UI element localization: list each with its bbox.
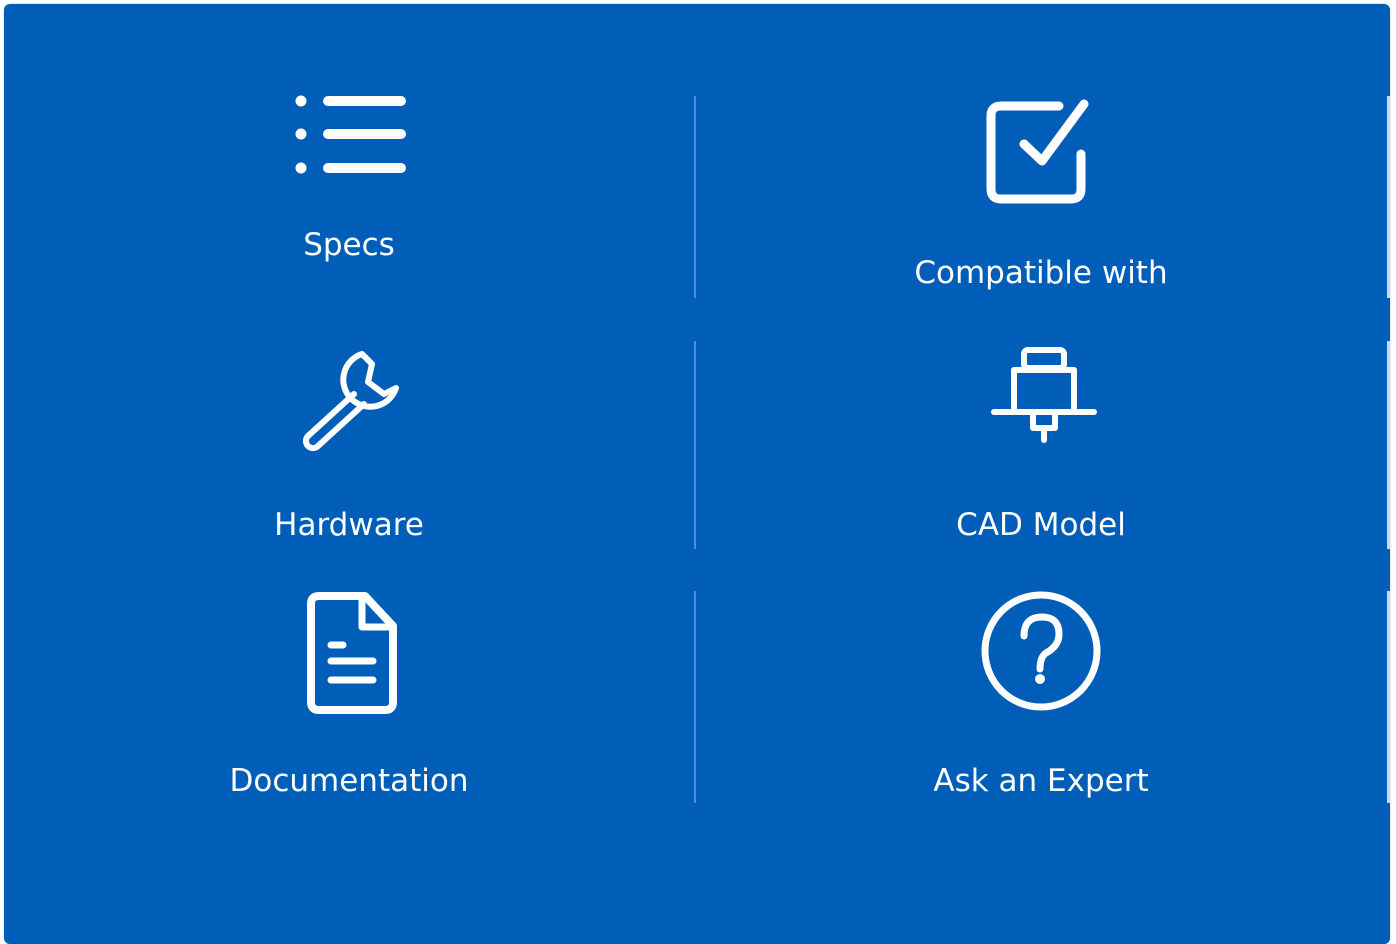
wrench-icon (302, 351, 399, 452)
tile-label: Documentation (229, 763, 469, 799)
tile-label: Ask an Expert (933, 763, 1149, 799)
document-icon (307, 592, 397, 714)
tile-label: CAD Model (956, 507, 1126, 543)
panel-edge (1387, 96, 1390, 298)
question-circle-icon (981, 591, 1101, 711)
tile-label: Specs (303, 227, 395, 263)
checkbox-check-icon (986, 99, 1089, 204)
tile-hardware[interactable]: Hardware (4, 324, 694, 564)
tile-label: Compatible with (914, 255, 1168, 291)
tile-specs[interactable]: Specs (4, 64, 694, 304)
tile-ask-an-expert[interactable]: Ask an Expert (696, 574, 1386, 814)
tile-compatible-with[interactable]: Compatible with (696, 64, 1386, 304)
resources-panel: Specs Compatible with Hardware CAD Model (4, 4, 1390, 944)
tile-cad-model[interactable]: CAD Model (696, 324, 1386, 564)
panel-edge (1387, 341, 1390, 549)
cad-model-icon (991, 347, 1097, 443)
list-icon (295, 95, 406, 174)
panel-edge (1387, 591, 1390, 803)
tile-label: Hardware (274, 507, 424, 543)
tile-documentation[interactable]: Documentation (4, 574, 694, 814)
